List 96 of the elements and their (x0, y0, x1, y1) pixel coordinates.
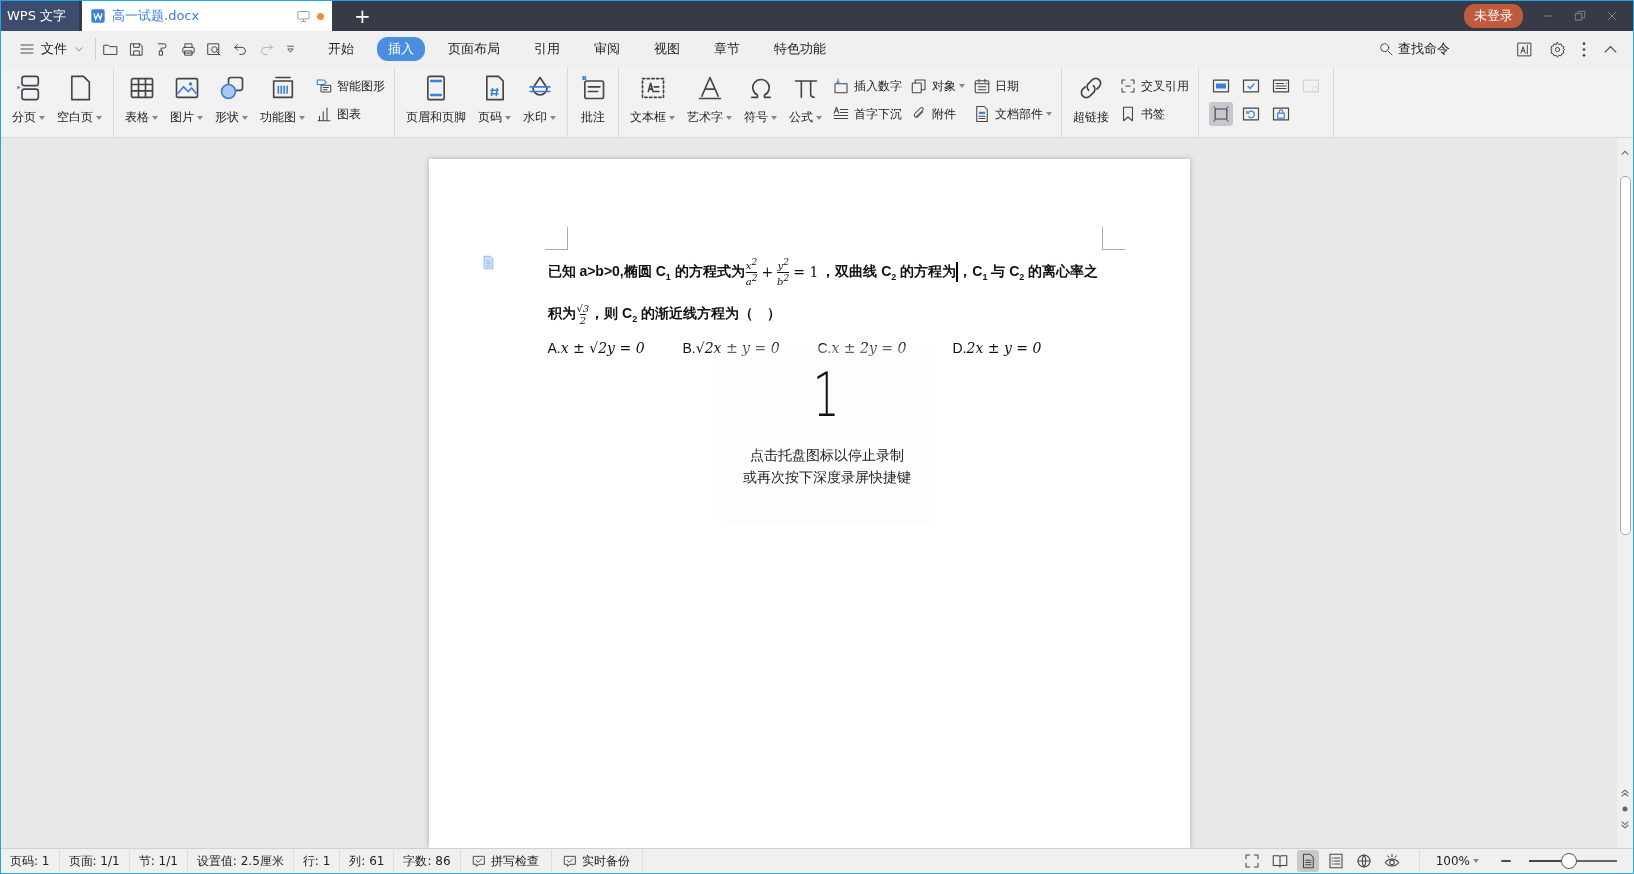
slider-thumb[interactable] (1560, 853, 1577, 869)
answer-option: A.x ± √2y = 0 (547, 340, 683, 356)
ribbon-button[interactable]: 公式 (784, 72, 827, 128)
note-icon (579, 74, 607, 102)
scroll-thumb[interactable] (1619, 176, 1631, 535)
ribbon-button[interactable]: 分页 (7, 72, 50, 128)
ribbon-button[interactable]: 表格 (120, 72, 163, 128)
status-button[interactable]: 拼写检查 (460, 850, 552, 872)
answer-option: C.x ± 2y = 0 (817, 340, 953, 356)
form-control-button[interactable] (1209, 102, 1233, 126)
status-text: 字数: 86 (394, 850, 461, 872)
ribbon-button[interactable]: 首字下沉 (829, 102, 905, 126)
document-parts-icon (973, 105, 991, 123)
status-text: 页面: 1/1 (59, 850, 130, 872)
document-tab[interactable]: 高一试题.docx (82, 1, 332, 31)
new-tab-button[interactable]: + (346, 1, 379, 31)
ribbon-button[interactable]: 文档部件 (970, 102, 1055, 126)
status-button[interactable]: 实时备份 (551, 850, 643, 872)
corner-mark (1101, 227, 1125, 250)
monitor-icon (296, 8, 311, 24)
file-menu[interactable]: 文件 (15, 40, 89, 58)
menu-icon (19, 41, 35, 57)
ribbon-button[interactable]: 对象 (907, 74, 968, 98)
printer-icon[interactable] (180, 40, 197, 58)
scrollbar[interactable] (1617, 138, 1633, 848)
ribbon-tab[interactable]: 开始 (317, 37, 365, 61)
fullscreen-icon (1242, 852, 1261, 870)
view-mode-button[interactable] (1296, 850, 1319, 872)
notice-text: 或再次按下深度录屏快捷键 (742, 468, 911, 487)
checked-comment-icon (470, 853, 487, 869)
status-text: 列: 61 (340, 850, 395, 872)
ribbon-button[interactable]: 艺术字 (682, 72, 737, 128)
scroll-up-icon (1620, 148, 1630, 158)
save-icon[interactable] (128, 40, 145, 58)
open-book-icon (1270, 852, 1289, 870)
notice-text: 点击托盘图标以停止录制 (748, 446, 905, 465)
ribbon-tab[interactable]: 引用 (523, 37, 571, 61)
ribbon-tab[interactable]: 特色功能 (763, 37, 837, 61)
outline-view-icon (1326, 852, 1345, 870)
ribbon-button[interactable]: 批注 (574, 72, 612, 128)
ribbon-button[interactable]: 图片 (165, 72, 208, 128)
countdown-number: 1 (813, 360, 840, 430)
document-icon (90, 8, 106, 24)
search-icon (1378, 41, 1394, 57)
status-text: 页码: 1 (1, 850, 60, 872)
ribbon-tab[interactable]: 页面布局 (437, 37, 511, 61)
ribbon-button[interactable]: 文本框 (625, 72, 680, 128)
login-button[interactable]: 未登录 (1464, 4, 1523, 28)
print-preview-icon[interactable] (206, 40, 223, 58)
answer-option: D.2x ± y = 0 (952, 340, 1088, 356)
ribbon-tab[interactable]: 审阅 (583, 37, 631, 61)
ribbon-button[interactable]: 交叉引用 (1116, 74, 1192, 98)
select-browse-icon (1620, 804, 1630, 814)
page-down-icon (1620, 820, 1630, 830)
settings-icon (1549, 40, 1566, 58)
frame-field-icon (1211, 104, 1231, 124)
ribbon-button[interactable]: 图表 (312, 102, 388, 126)
status-text: 设置值: 2.5厘米 (187, 850, 294, 872)
ribbon-button[interactable]: 页眉和页脚 (401, 72, 471, 128)
ribbon-button[interactable]: 智能图形 (312, 74, 388, 98)
ribbon-button[interactable]: 形状 (210, 72, 253, 128)
corner-mark (544, 227, 568, 250)
app-tab[interactable]: WPS 文字 (1, 1, 79, 31)
ribbon-button[interactable]: 附件 (907, 102, 968, 126)
smart-shape-icon (315, 77, 333, 95)
number-icon (832, 77, 850, 95)
globe-icon (1354, 852, 1373, 870)
ribbon-button[interactable]: 插入数字 (829, 74, 905, 98)
ribbon-button[interactable]: 书签 (1116, 102, 1192, 126)
calendar-icon (973, 77, 991, 95)
paragraph-icon (480, 255, 496, 270)
ribbon-button[interactable]: 空白页 (52, 72, 107, 128)
page-up-icon (1620, 788, 1630, 798)
letter-a-box-icon (1516, 40, 1533, 58)
cross-reference-icon (1119, 77, 1137, 95)
answer-option: B.√2x ± y = 0 (682, 340, 818, 356)
ribbon-button[interactable]: 页码 (473, 72, 516, 128)
ribbon-button[interactable]: 超链接 (1068, 72, 1114, 128)
ribbon-button[interactable]: 水印 (518, 72, 561, 128)
restore-icon (1573, 9, 1587, 23)
caret-icon (1473, 859, 1479, 863)
search-command-button[interactable]: 查找命令 (1372, 39, 1456, 59)
ribbon-tab[interactable]: 章节 (703, 37, 751, 61)
status-text: 节: 1/1 (129, 850, 188, 872)
ribbon-button[interactable]: 功能图 (255, 72, 310, 128)
bar-chart-icon (315, 105, 333, 123)
close-icon (1605, 9, 1619, 23)
more-icon[interactable] (1582, 41, 1586, 57)
ribbon-tab[interactable]: 视图 (643, 37, 691, 61)
zoom-dropdown[interactable]: 100% (1429, 853, 1485, 869)
object-icon (910, 77, 928, 95)
text-cursor (956, 262, 959, 282)
ribbon-button[interactable]: 日期 (970, 74, 1055, 98)
checked-comment-icon (561, 853, 578, 869)
status-text: 行: 1 (293, 850, 341, 872)
ribbon-button[interactable]: 符号 (739, 72, 782, 128)
